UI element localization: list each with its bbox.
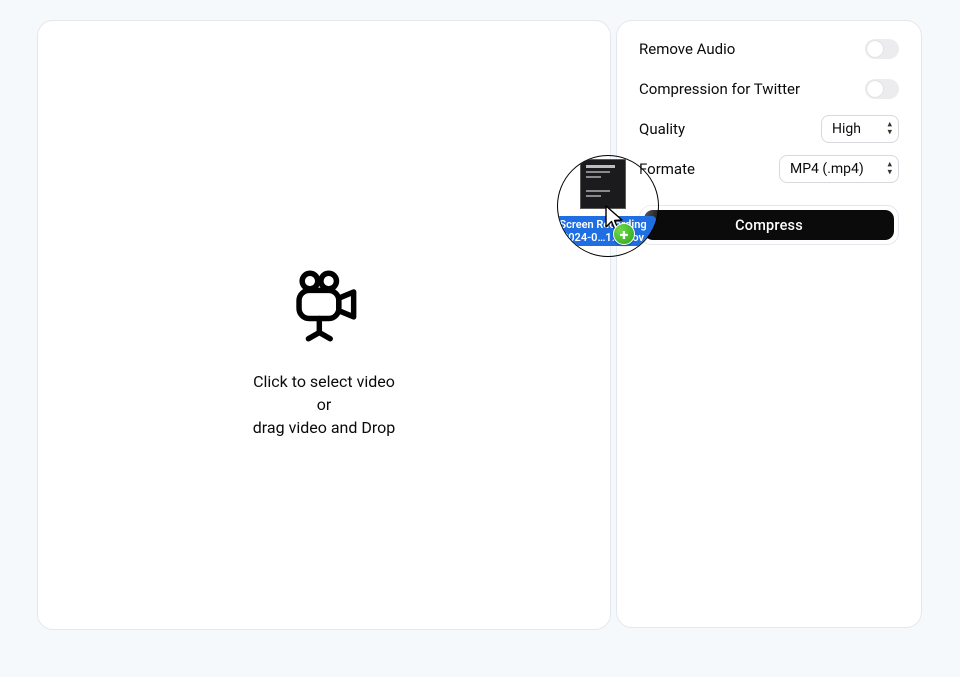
remove-audio-label: Remove Audio — [639, 40, 735, 58]
video-drop-zone[interactable]: Click to select video or drag video and … — [37, 20, 611, 630]
stepper-icon: ▴ ▾ — [887, 161, 892, 178]
settings-panel: Remove Audio Compression for Twitter Qua… — [616, 20, 922, 628]
twitter-compression-label: Compression for Twitter — [639, 80, 800, 98]
chevron-down-icon: ▾ — [887, 169, 892, 178]
drop-line-1: Click to select video — [38, 371, 610, 392]
twitter-compression-row: Compression for Twitter — [617, 69, 921, 109]
formate-value: MP4 (.mp4) — [790, 161, 864, 177]
stepper-icon: ▴ ▾ — [887, 121, 892, 138]
drop-line-3: drag video and Drop — [38, 417, 610, 438]
chevron-down-icon: ▾ — [887, 129, 892, 138]
formate-select[interactable]: MP4 (.mp4) ▴ ▾ — [779, 155, 899, 183]
dragged-file-name: Screen Recording 2024-0…1….mov — [557, 216, 656, 246]
quality-row: Quality High ▴ ▾ — [617, 109, 921, 149]
plus-icon: + — [613, 223, 635, 245]
quality-label: Quality — [639, 120, 685, 138]
drop-instructions: Click to select video or drag video and … — [38, 371, 610, 438]
quality-select[interactable]: High ▴ ▾ — [821, 115, 899, 143]
drag-preview-bubble: Screen Recording 2024-0…1….mov — [557, 155, 659, 257]
remove-audio-row: Remove Audio — [617, 29, 921, 69]
quality-value: High — [832, 121, 861, 137]
remove-audio-toggle[interactable] — [865, 39, 899, 59]
compress-button-label: Compress — [735, 217, 803, 234]
compress-card: Compress — [639, 205, 899, 245]
drop-zone-content: Click to select video or drag video and … — [38, 267, 610, 440]
file-thumbnail — [580, 159, 626, 209]
compress-button[interactable]: Compress — [644, 210, 894, 240]
formate-row: Formate MP4 (.mp4) ▴ ▾ — [617, 149, 921, 189]
camera-icon — [38, 267, 610, 345]
drop-line-2: or — [38, 394, 610, 415]
plus-glyph: + — [620, 225, 629, 244]
twitter-compression-toggle[interactable] — [865, 79, 899, 99]
